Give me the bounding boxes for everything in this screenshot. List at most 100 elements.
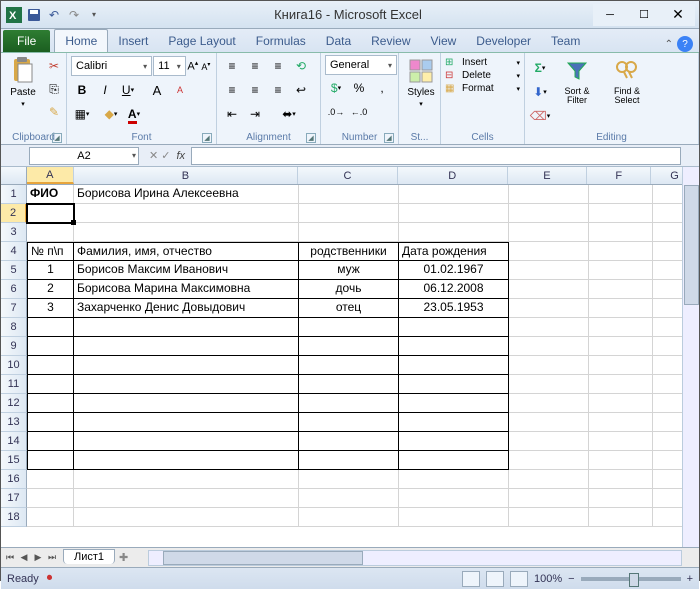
cell[interactable]: [74, 375, 299, 394]
tab-formulas[interactable]: Formulas: [246, 30, 316, 52]
grow-font-button[interactable]: A▴: [187, 55, 199, 77]
font-color-button[interactable]: A▾: [123, 103, 145, 125]
cell[interactable]: [74, 356, 299, 375]
cell[interactable]: [589, 337, 653, 356]
row-header[interactable]: 4: [1, 242, 27, 261]
maximize-button[interactable]: ☐: [627, 4, 661, 26]
cell[interactable]: [589, 508, 653, 527]
cell-selected[interactable]: [27, 204, 74, 223]
row-header[interactable]: 17: [1, 489, 27, 508]
cell[interactable]: [299, 394, 399, 413]
cell[interactable]: [399, 204, 509, 223]
cell[interactable]: [509, 223, 589, 242]
cell[interactable]: [399, 394, 509, 413]
cell[interactable]: 3: [27, 299, 74, 318]
cell[interactable]: [27, 356, 74, 375]
sort-filter-button[interactable]: Sort & Filter: [553, 55, 601, 131]
cell[interactable]: [509, 508, 589, 527]
font-size-combo[interactable]: 11▾: [153, 56, 186, 76]
cell[interactable]: [74, 394, 299, 413]
cell[interactable]: Борисов Максим Иванович: [74, 261, 299, 280]
clear-button[interactable]: ⌫▾: [529, 105, 551, 127]
row-header[interactable]: 14: [1, 432, 27, 451]
cell[interactable]: родственники: [299, 242, 399, 261]
cell[interactable]: 06.12.2008: [399, 280, 509, 299]
page-layout-view-button[interactable]: [486, 571, 504, 587]
cell[interactable]: [399, 356, 509, 375]
cell[interactable]: [399, 508, 509, 527]
tab-home[interactable]: Home: [54, 29, 108, 52]
cell[interactable]: [399, 375, 509, 394]
cell[interactable]: [299, 337, 399, 356]
redo-icon[interactable]: ↷: [65, 6, 83, 24]
cell[interactable]: [509, 242, 589, 261]
col-header-a[interactable]: A: [27, 167, 74, 184]
cell[interactable]: [74, 337, 299, 356]
fx-icon[interactable]: fx: [176, 150, 185, 162]
alignment-dialog-launcher[interactable]: ◢: [306, 133, 316, 143]
tab-developer[interactable]: Developer: [466, 30, 541, 52]
page-break-view-button[interactable]: [510, 571, 528, 587]
cell[interactable]: [509, 204, 589, 223]
cell[interactable]: [509, 432, 589, 451]
cell[interactable]: [399, 432, 509, 451]
cell[interactable]: [27, 375, 74, 394]
row-header[interactable]: 1: [1, 185, 27, 204]
normal-view-button[interactable]: [462, 571, 480, 587]
cell[interactable]: [299, 185, 399, 204]
cell[interactable]: [509, 413, 589, 432]
qat-more-icon[interactable]: ▾: [85, 6, 103, 24]
cell[interactable]: [509, 394, 589, 413]
insert-cells-icon[interactable]: ⊞: [445, 57, 461, 68]
horizontal-scrollbar[interactable]: [148, 550, 682, 566]
cell[interactable]: [509, 261, 589, 280]
row-header[interactable]: 12: [1, 394, 27, 413]
cell[interactable]: [299, 413, 399, 432]
increase-decimal-button[interactable]: .0→: [325, 101, 347, 123]
orientation-button[interactable]: ⟲: [290, 55, 312, 77]
close-button[interactable]: ✕: [661, 4, 695, 26]
cell[interactable]: Фамилия, имя, отчество: [74, 242, 299, 261]
col-header-c[interactable]: C: [298, 167, 398, 184]
percent-button[interactable]: %: [348, 77, 370, 99]
cell[interactable]: [299, 470, 399, 489]
clipboard-dialog-launcher[interactable]: ◢: [52, 133, 62, 143]
help-icon[interactable]: ?: [677, 36, 693, 52]
cell[interactable]: [399, 185, 509, 204]
cell[interactable]: [509, 299, 589, 318]
currency-button[interactable]: $▾: [325, 77, 347, 99]
cell[interactable]: [74, 508, 299, 527]
cell[interactable]: [27, 489, 74, 508]
align-left-button[interactable]: ≡: [221, 79, 243, 101]
cell[interactable]: [299, 356, 399, 375]
row-header[interactable]: 16: [1, 470, 27, 489]
tab-page-layout[interactable]: Page Layout: [158, 30, 245, 52]
zoom-slider[interactable]: [581, 577, 681, 581]
cell[interactable]: [589, 451, 653, 470]
undo-icon[interactable]: ↶: [45, 6, 63, 24]
cell[interactable]: [299, 223, 399, 242]
col-header-f[interactable]: F: [587, 167, 651, 184]
align-center-button[interactable]: ≡: [244, 79, 266, 101]
cell[interactable]: [27, 394, 74, 413]
number-format-combo[interactable]: General▾: [325, 55, 397, 75]
cell[interactable]: [589, 375, 653, 394]
cell[interactable]: [74, 223, 299, 242]
cut-button[interactable]: ✂: [43, 55, 65, 77]
cell[interactable]: [74, 432, 299, 451]
name-box[interactable]: A2▾: [29, 147, 139, 165]
cell[interactable]: [589, 489, 653, 508]
cell[interactable]: [399, 318, 509, 337]
fill-button[interactable]: ⬇▾: [529, 81, 551, 103]
cell-grid[interactable]: ФИО Борисова Ирина Алексеевна № п\п Фами…: [27, 185, 699, 527]
row-header[interactable]: 7: [1, 299, 27, 318]
cell[interactable]: [27, 508, 74, 527]
cell[interactable]: ФИО: [27, 185, 74, 204]
col-header-e[interactable]: E: [508, 167, 588, 184]
cell[interactable]: № п\п: [27, 242, 74, 261]
align-middle-button[interactable]: ≡: [244, 55, 266, 77]
number-dialog-launcher[interactable]: ◢: [384, 133, 394, 143]
wrap-text-button[interactable]: ↩: [290, 79, 312, 101]
cell[interactable]: [589, 432, 653, 451]
cell[interactable]: [589, 280, 653, 299]
